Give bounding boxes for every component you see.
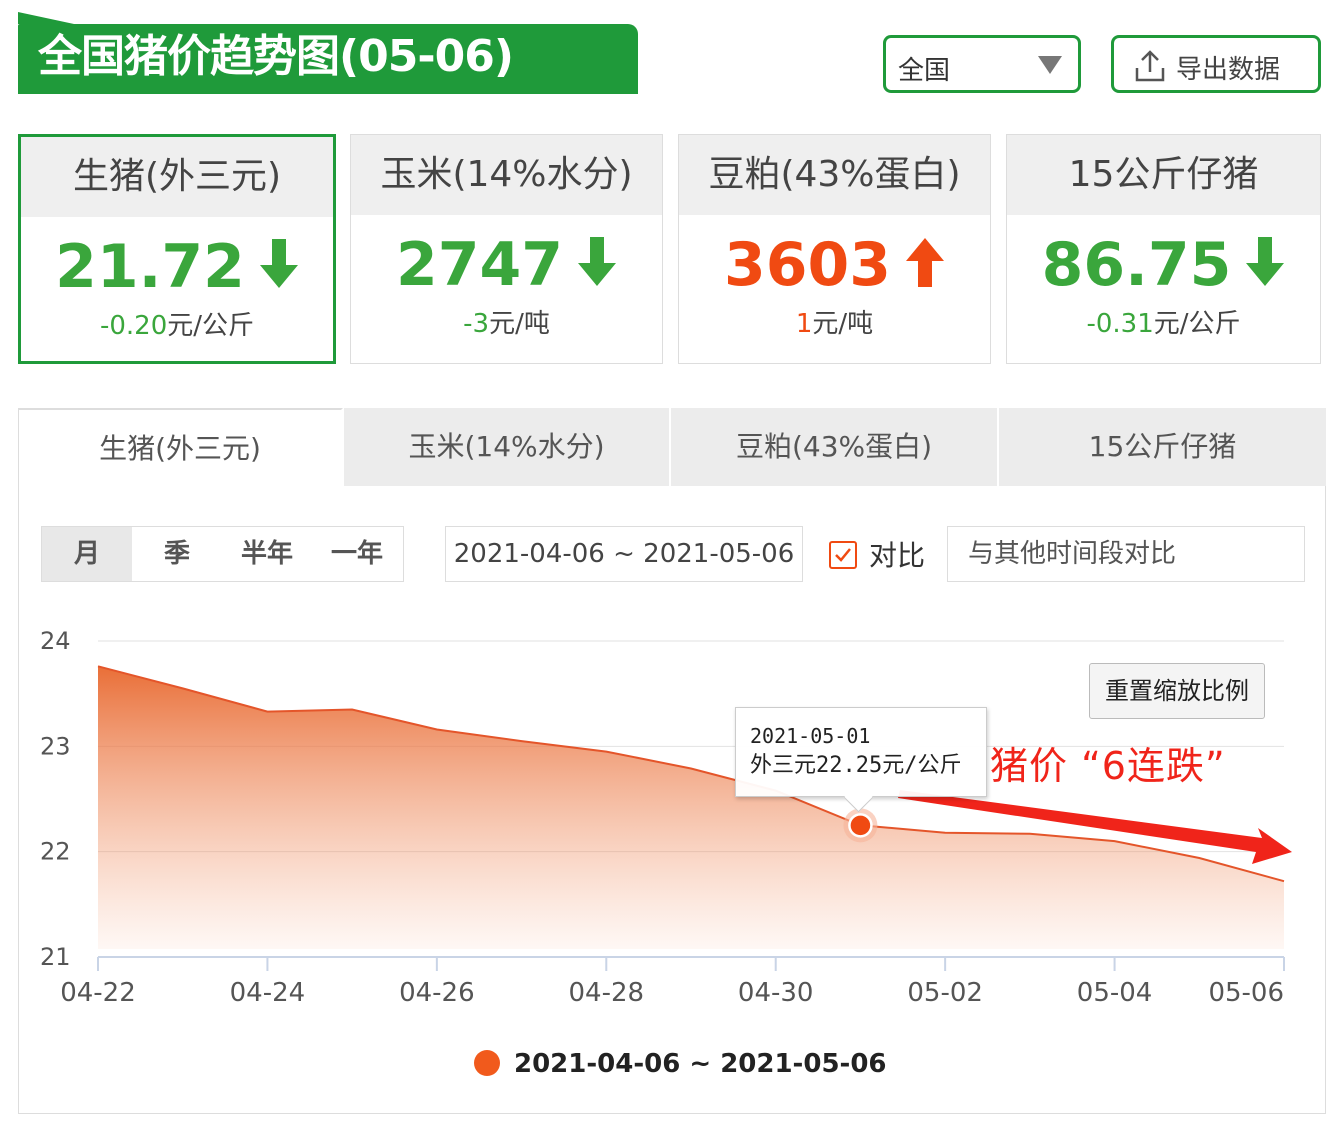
x-tick-label: 05-06 [1208,978,1284,1008]
y-tick-label: 24 [40,627,71,655]
y-tick-label: 23 [40,732,71,760]
x-tick-label: 04-22 [60,978,136,1008]
price-trend-chart: 21 22 23 24 04-22 04-24 04-26 04-28 04-30 05-02 05… [40,627,1292,1008]
y-tick-label: 21 [40,943,71,971]
tooltip-value: 外三元22.25元/公斤 [750,753,962,778]
annotation-text: 猪价 “6连跌” [990,744,1226,788]
highlight-point[interactable] [848,813,873,838]
x-tick-label: 04-24 [230,978,306,1008]
x-tick-label: 05-02 [907,978,983,1008]
y-tick-label: 22 [40,838,71,866]
x-tick-label: 04-26 [399,978,475,1008]
chart-tooltip: 2021-05-01 外三元22.25元/公斤 [735,707,987,797]
x-tick-label: 04-30 [738,978,814,1008]
legend-marker [474,1050,500,1076]
tooltip-date: 2021-05-01 [750,724,871,748]
x-tick-label: 04-28 [569,978,645,1008]
legend-label: 2021-04-06 ~ 2021-05-06 [514,1049,887,1079]
x-tick-label: 05-04 [1077,978,1153,1008]
reset-zoom-button[interactable]: 重置缩放比例 [1089,663,1265,719]
